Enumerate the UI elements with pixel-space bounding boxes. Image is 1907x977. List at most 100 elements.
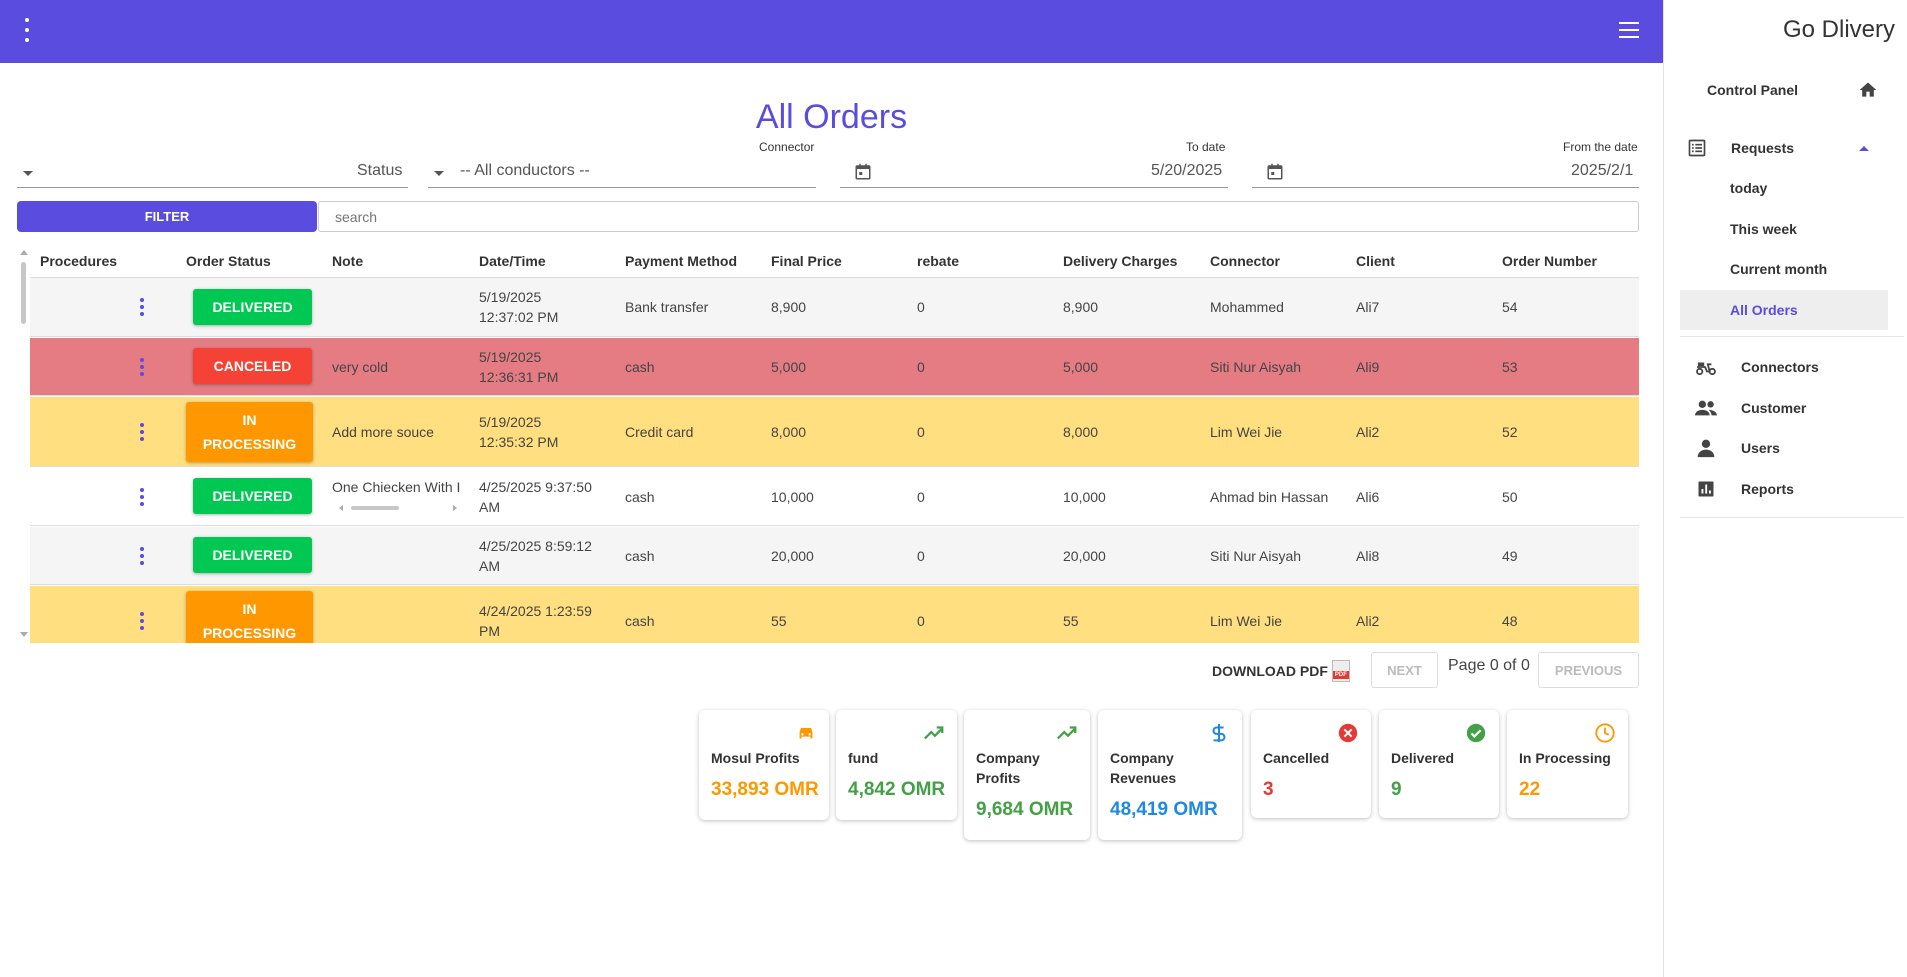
from-date-input[interactable]: 2025/2/1: [1571, 162, 1633, 180]
table-row[interactable]: CANCELED very cold 5/19/2025 12:36:31 PM …: [30, 338, 1639, 396]
table-row[interactable]: DELIVERED 5/19/2025 12:37:02 PM Bank tran…: [30, 278, 1639, 337]
final-price: 5,000: [771, 359, 807, 375]
stat-card-label: Company Profits: [976, 750, 1040, 786]
status-badge[interactable]: IN PROCESSING: [186, 402, 313, 462]
table-row[interactable]: DELIVERED 4/25/2025 8:59:12 AM cash 20,00…: [30, 527, 1639, 585]
trending-up-icon: [1057, 726, 1077, 740]
person-icon: [1695, 437, 1717, 459]
row-actions-icon[interactable]: [139, 358, 145, 376]
client-name: Ali9: [1356, 359, 1380, 375]
order-number: 50: [1502, 489, 1518, 505]
client-name: Ali8: [1356, 548, 1380, 564]
status-badge[interactable]: CANCELED: [193, 348, 312, 384]
rebate: 0: [917, 299, 925, 315]
sidebar-item-label: Customer: [1741, 400, 1807, 416]
calendar-icon[interactable]: [1266, 163, 1284, 181]
payment-method: Credit card: [625, 424, 694, 440]
final-price: 10,000: [771, 489, 814, 505]
order-date: 5/19/2025: [479, 289, 542, 305]
sidebar-sub-current-month[interactable]: Current month: [1680, 249, 1888, 289]
download-pdf-button[interactable]: DOWNLOAD PDF PDF: [1212, 660, 1350, 682]
menu-icon[interactable]: [1619, 22, 1639, 38]
row-actions-icon[interactable]: [139, 298, 145, 316]
sidebar-item-requests[interactable]: Requests: [1680, 128, 1888, 168]
calendar-icon[interactable]: [854, 163, 872, 181]
row-actions-icon[interactable]: [139, 423, 145, 441]
delivery-charges: 5,000: [1063, 359, 1099, 375]
column-header: Payment Method: [625, 253, 738, 269]
payment-method: cash: [625, 613, 655, 629]
order-date: 5/19/2025: [479, 349, 542, 365]
order-number: 52: [1502, 424, 1518, 440]
filter-button[interactable]: FILTER: [17, 201, 317, 232]
sidebar-item-reports[interactable]: Reports: [1680, 469, 1888, 509]
next-page-button[interactable]: NEXT: [1371, 652, 1438, 688]
stat-card-label: Mosul Profits: [711, 750, 800, 766]
connector-dropdown-caret-icon[interactable]: [434, 171, 444, 176]
to-date-input[interactable]: 5/20/2025: [1151, 162, 1222, 180]
sidebar-item-label: Requests: [1731, 140, 1795, 156]
group-icon: [1695, 397, 1717, 419]
sidebar-sub-all-orders[interactable]: All Orders: [1680, 290, 1888, 330]
table-row[interactable]: IN PROCESSING 4/24/2025 1:23:59 PM cash 5…: [30, 586, 1639, 643]
order-note: One Chiecken With I: [332, 479, 460, 495]
previous-page-button[interactable]: PREVIOUS: [1538, 652, 1639, 688]
status-badge[interactable]: DELIVERED: [193, 289, 312, 325]
sidebar-sub-today[interactable]: today: [1680, 168, 1888, 208]
list-icon: [1686, 137, 1708, 159]
table-row[interactable]: IN PROCESSING Add more souce 5/19/2025 12…: [30, 397, 1639, 467]
final-price: 8,000: [771, 424, 807, 440]
search-input[interactable]: [318, 201, 1639, 232]
sidebar-item-users[interactable]: Users: [1680, 428, 1888, 468]
rebate: 0: [917, 548, 925, 564]
order-time: AM: [479, 499, 500, 515]
sidebar-item-label: Control Panel: [1707, 82, 1799, 98]
final-price: 8,900: [771, 299, 807, 315]
stat-card-label: In Processing: [1519, 750, 1611, 766]
brand-title: Go Dlivery: [1782, 16, 1895, 43]
connector-name: Mohammed: [1210, 299, 1284, 315]
sidebar-item-customer[interactable]: Customer: [1680, 388, 1888, 428]
status-badge[interactable]: IN PROCESSING: [186, 591, 313, 643]
stat-card-value: 33,893 OMR: [711, 779, 819, 800]
order-note: very cold: [332, 359, 389, 375]
sidebar-item-label: Reports: [1741, 481, 1794, 497]
trending-up-icon: [924, 726, 944, 740]
more-vert-icon[interactable]: [22, 18, 32, 42]
stat-card-label: Cancelled: [1263, 750, 1330, 766]
order-time: 12:35:32 PM: [479, 434, 559, 450]
status-badge[interactable]: DELIVERED: [193, 537, 312, 573]
status-dropdown-caret-icon[interactable]: [23, 171, 33, 176]
connector-name: Lim Wei Jie: [1210, 424, 1283, 440]
sidebar-item-control-panel[interactable]: Control Panel: [1680, 70, 1888, 110]
column-header: Final Price: [771, 253, 842, 269]
stat-card-value: 9,684 OMR: [976, 799, 1074, 820]
row-actions-icon[interactable]: [139, 488, 145, 506]
top-app-bar: [0, 0, 1663, 63]
sidebar-sub-this-week[interactable]: This week: [1680, 209, 1888, 249]
sidebar-item-connectors[interactable]: Connectors: [1680, 347, 1888, 387]
stat-card-company-profits: Company Profits 9,684 OMR: [964, 710, 1090, 840]
download-pdf-label: DOWNLOAD PDF: [1212, 663, 1328, 679]
client-name: Ali2: [1356, 424, 1380, 440]
note-horizontal-scrollbar[interactable]: [339, 504, 457, 512]
rebate: 0: [917, 489, 925, 505]
sidebar-item-label: Connectors: [1741, 359, 1819, 375]
to-date-underline: [840, 187, 1228, 188]
page-title: All Orders: [755, 98, 908, 136]
payment-method: Bank transfer: [625, 299, 709, 315]
order-time: 12:36:31 PM: [479, 369, 559, 385]
status-badge[interactable]: DELIVERED: [193, 478, 312, 514]
client-name: Ali7: [1356, 299, 1380, 315]
status-select-placeholder[interactable]: Status: [357, 162, 402, 180]
stat-card-value: 4,842 OMR: [848, 779, 946, 800]
table-row[interactable]: DELIVERED One Chiecken With I 4/25/2025 …: [30, 468, 1639, 526]
check-circle-icon: [1466, 723, 1486, 743]
table-scrollbar[interactable]: [17, 248, 28, 643]
rebate: 0: [917, 424, 925, 440]
payment-method: cash: [625, 359, 655, 375]
connector-select[interactable]: -- All conductors --: [460, 162, 590, 180]
row-actions-icon[interactable]: [139, 547, 145, 565]
order-number: 53: [1502, 359, 1518, 375]
row-actions-icon[interactable]: [139, 612, 145, 630]
